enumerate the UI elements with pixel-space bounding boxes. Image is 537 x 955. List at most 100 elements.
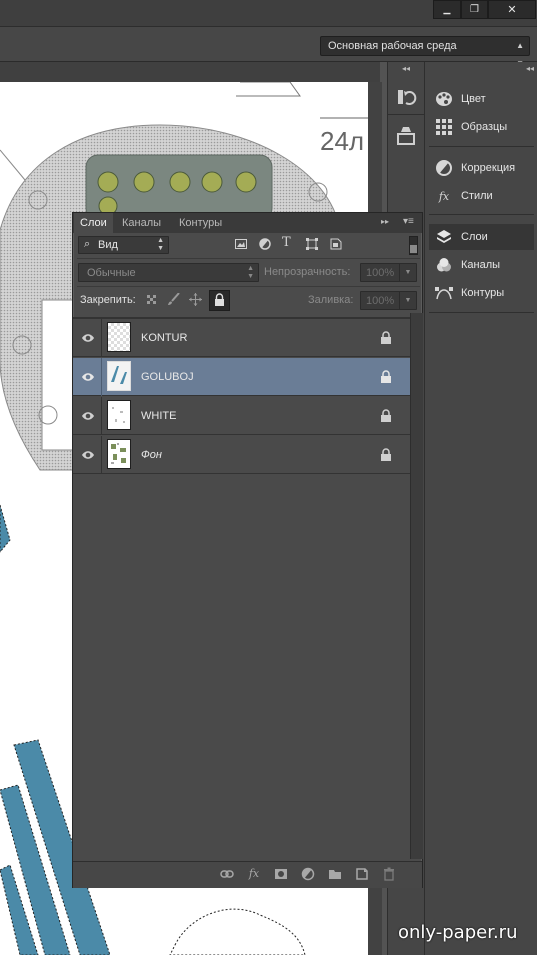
lock-icon bbox=[380, 409, 392, 423]
adjustment-layer-icon[interactable] bbox=[301, 867, 315, 881]
opacity-field[interactable]: 100% ▼ bbox=[360, 263, 417, 282]
swatches-icon bbox=[435, 118, 453, 136]
panel-styles[interactable]: fx Стили bbox=[425, 183, 537, 209]
type-filter-icon[interactable]: T bbox=[282, 235, 291, 250]
lock-pixels-brush-icon[interactable] bbox=[167, 292, 180, 306]
lock-label: Закрепить: bbox=[80, 294, 136, 306]
adjustment-icon bbox=[435, 159, 453, 177]
layer-filter-select[interactable]: ⌕ Вид ▲ ▼ bbox=[78, 236, 169, 254]
divider bbox=[429, 146, 534, 147]
divider bbox=[429, 312, 534, 313]
title-bar: ▁ ❐ ✕ bbox=[0, 0, 537, 26]
minimize-icon: ▁ bbox=[443, 4, 451, 14]
layer-name: KONTUR bbox=[141, 332, 188, 344]
panel-color[interactable]: Цвет bbox=[425, 86, 537, 112]
collapse-icon[interactable]: ◂◂ bbox=[526, 64, 534, 73]
chevron-down-icon[interactable]: ▼ bbox=[399, 264, 416, 281]
smart-object-filter-icon[interactable] bbox=[330, 238, 342, 250]
folder-icon[interactable] bbox=[328, 867, 342, 881]
panel-label: Стили bbox=[461, 190, 493, 202]
layer-name: GOLUBOJ bbox=[141, 371, 194, 383]
layer-thumbnail bbox=[107, 439, 131, 469]
divider bbox=[388, 114, 424, 115]
watermark: only-paper.ru bbox=[398, 922, 518, 943]
new-layer-icon[interactable] bbox=[355, 867, 369, 881]
collapse-icon[interactable]: ◂◂ bbox=[388, 64, 424, 74]
close-button[interactable]: ✕ bbox=[488, 0, 536, 19]
fx-icon[interactable]: fx bbox=[247, 867, 261, 881]
panel-paths[interactable]: Контуры bbox=[425, 280, 537, 306]
mask-icon[interactable] bbox=[274, 867, 288, 881]
minimize-button[interactable]: ▁ bbox=[433, 0, 461, 19]
visibility-eye-icon[interactable] bbox=[81, 370, 95, 384]
layers-panel-tabs: Слои Каналы Контуры ▸▸ ▾≡ bbox=[73, 213, 422, 233]
layer-row[interactable]: WHITE bbox=[73, 397, 410, 435]
panel-menu-icon[interactable]: ▾≡ bbox=[403, 216, 414, 227]
layer-thumbnail bbox=[107, 361, 131, 391]
image-filter-icon[interactable] bbox=[235, 238, 247, 250]
visibility-eye-icon[interactable] bbox=[81, 331, 95, 345]
fill-field[interactable]: 100% ▼ bbox=[360, 291, 417, 310]
layers-icon bbox=[435, 228, 453, 246]
panel-label: Цвет bbox=[461, 93, 486, 105]
lock-icon bbox=[380, 448, 392, 462]
layer-row-selected[interactable]: GOLUBOJ bbox=[73, 358, 410, 396]
opacity-label: Непрозрачность: bbox=[264, 266, 351, 278]
fill-value: 100% bbox=[366, 295, 395, 307]
tab-channels[interactable]: Каналы bbox=[116, 213, 167, 233]
panel-swatches[interactable]: Образцы bbox=[425, 114, 537, 140]
panel-layers[interactable]: Слои bbox=[429, 224, 534, 250]
lock-transparency-icon[interactable] bbox=[147, 295, 157, 305]
adjustment-filter-icon[interactable] bbox=[259, 238, 271, 250]
lock-icon bbox=[380, 370, 392, 384]
layer-thumbnail bbox=[107, 322, 131, 352]
lock-all-button[interactable] bbox=[209, 290, 230, 311]
layers-panel: Слои Каналы Контуры ▸▸ ▾≡ ⌕ Вид ▲ ▼ T Обы… bbox=[72, 212, 423, 888]
filter-toggle-switch[interactable] bbox=[409, 236, 418, 255]
blend-mode-value: Обычные bbox=[87, 267, 136, 279]
panel-label: Слои bbox=[461, 231, 488, 243]
panel-dock: ◂◂ Цвет Образцы Коррекция fx Стили Слои … bbox=[424, 62, 537, 955]
chevron-down-icon[interactable]: ▼ bbox=[399, 292, 416, 309]
paths-icon bbox=[435, 284, 453, 302]
divider bbox=[77, 258, 420, 259]
divider bbox=[77, 286, 420, 287]
layers-list: KONTUR GOLUBOJ WHITE Фон bbox=[73, 317, 410, 862]
history-icon[interactable] bbox=[395, 86, 417, 108]
layer-thumbnail bbox=[107, 400, 131, 430]
restore-icon: ❐ bbox=[470, 4, 479, 15]
tab-layers[interactable]: Слои bbox=[74, 213, 113, 233]
restore-button[interactable]: ❐ bbox=[461, 0, 488, 19]
document-tab-strip bbox=[0, 62, 380, 82]
trash-icon[interactable] bbox=[382, 867, 396, 881]
search-icon: ⌕ bbox=[84, 238, 91, 250]
canvas-text-24: 24л bbox=[320, 126, 364, 156]
lock-position-move-icon[interactable] bbox=[189, 293, 202, 306]
blend-mode-select[interactable]: Обычные ▲ ▼ bbox=[78, 263, 259, 282]
layer-row[interactable]: KONTUR bbox=[73, 319, 410, 357]
shape-filter-icon[interactable] bbox=[306, 238, 318, 250]
panel-adjustments[interactable]: Коррекция bbox=[425, 155, 537, 181]
collapse-panel-icon[interactable]: ▸▸ bbox=[381, 217, 389, 226]
panel-label: Коррекция bbox=[461, 162, 516, 174]
layer-row[interactable]: Фон bbox=[73, 436, 410, 474]
updown-arrow-icon: ▲▼ bbox=[157, 237, 164, 252]
styles-fx-icon: fx bbox=[438, 189, 450, 203]
fill-label: Заливка: bbox=[308, 294, 354, 306]
visibility-eye-icon[interactable] bbox=[81, 448, 95, 462]
panel-channels[interactable]: Каналы bbox=[425, 252, 537, 278]
link-icon[interactable] bbox=[220, 867, 234, 881]
workspace-select[interactable]: Основная рабочая среда ▲▼ bbox=[320, 36, 530, 68]
opacity-value: 100% bbox=[366, 267, 395, 279]
panel-label: Образцы bbox=[461, 121, 508, 133]
layers-scrollbar[interactable] bbox=[410, 313, 423, 859]
filter-label: Вид bbox=[98, 239, 118, 251]
channels-icon bbox=[435, 256, 453, 274]
properties-3d-icon[interactable] bbox=[395, 124, 417, 146]
workspace-label: Основная рабочая среда bbox=[328, 40, 457, 52]
visibility-eye-icon[interactable] bbox=[81, 409, 95, 423]
tab-paths[interactable]: Контуры bbox=[173, 213, 228, 233]
layer-name: WHITE bbox=[141, 410, 177, 422]
palette-icon bbox=[435, 90, 453, 108]
lock-icon bbox=[380, 331, 392, 345]
